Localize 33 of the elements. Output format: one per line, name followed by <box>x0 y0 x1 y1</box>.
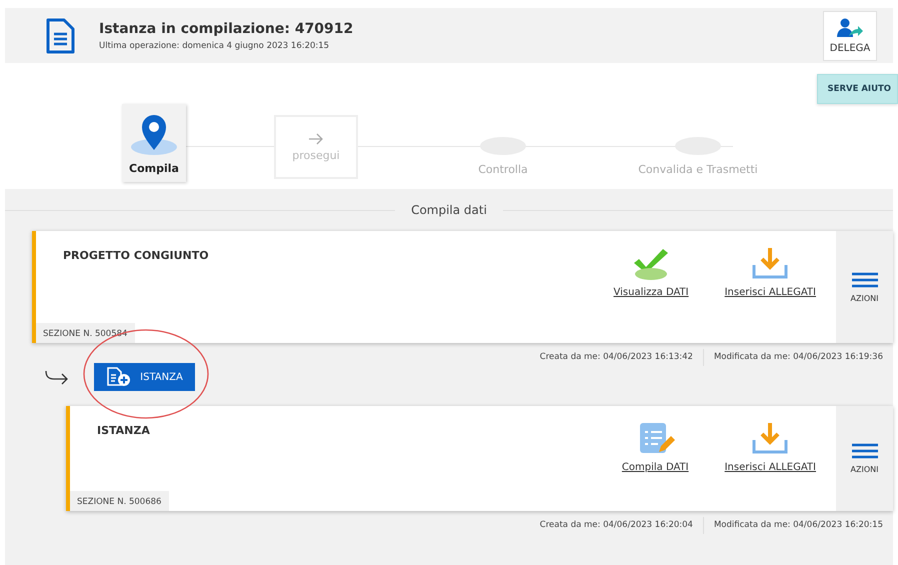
action-link[interactable]: Inserisci ALLEGATI <box>724 462 816 473</box>
add-instance-button[interactable]: ISTANZA <box>94 363 195 391</box>
help-button[interactable]: SERVE AIUTO <box>816 74 898 104</box>
document-icon <box>45 18 75 54</box>
action-link[interactable]: Visualizza DATI <box>614 287 689 298</box>
download-tray-icon <box>750 245 790 281</box>
created-date: Creata da me: 04/06/2023 16:20:04 <box>538 520 694 532</box>
document-plus-icon <box>106 367 132 387</box>
download-tray-icon <box>750 420 790 456</box>
section-number: SEZIONE N. 500686 <box>70 491 170 511</box>
menu-icon <box>852 443 878 459</box>
modified-date: Modificata da me: 04/06/2023 16:20:15 <box>712 520 884 532</box>
section-heading: Compila dati <box>410 203 488 217</box>
step-label: Convalida e Trasmetti <box>638 163 758 176</box>
page-title: Istanza in compilazione: 470912 <box>99 20 354 36</box>
action-link[interactable]: Inserisci ALLEGATI <box>724 287 816 298</box>
modified-date: Modificata da me: 04/06/2023 16:19:36 <box>712 352 884 364</box>
actions-menu-button[interactable]: AZIONI <box>836 231 893 343</box>
hook-arrow-icon <box>45 369 69 385</box>
last-operation: Ultima operazione: domenica 4 giugno 2023 16:20:15 <box>99 40 330 50</box>
section-title: PROGETTO CONGIUNTO <box>63 249 209 262</box>
step-label: Controlla <box>478 163 528 176</box>
location-pin-icon <box>130 112 178 156</box>
step-label: Compila <box>129 162 179 175</box>
created-date: Creata da me: 04/06/2023 16:13:42 <box>538 352 694 364</box>
menu-icon <box>852 272 878 288</box>
section-title: ISTANZA <box>97 424 150 437</box>
person-arrow-icon <box>837 18 863 40</box>
action-link[interactable]: Compila DATI <box>622 462 689 473</box>
arrow-right-icon <box>308 132 324 144</box>
delegate-button[interactable]: DELEGA <box>823 10 877 60</box>
step-tab[interactable]: Compila <box>122 104 186 182</box>
actions-menu-button[interactable]: AZIONI <box>836 406 893 511</box>
